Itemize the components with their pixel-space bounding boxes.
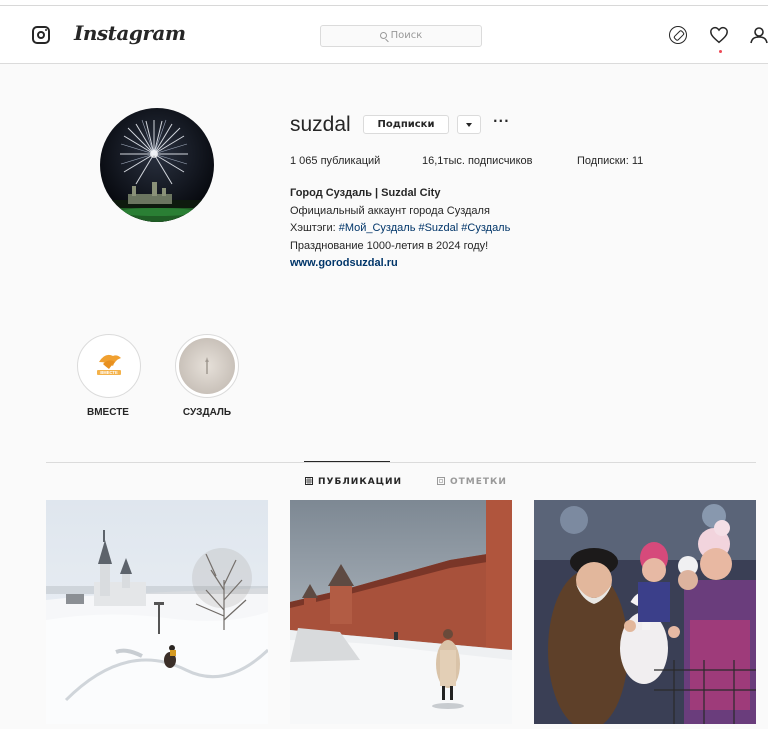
tab-publications-label: ПУБЛИКАЦИИ bbox=[318, 477, 403, 487]
highlight-suzdal[interactable] bbox=[175, 334, 239, 398]
tab-tagged[interactable]: ОТМЕТКИ bbox=[437, 477, 507, 487]
followers-count[interactable]: 16,1тыс. подписчиков bbox=[422, 155, 532, 167]
post-tile-winter-church[interactable] bbox=[46, 500, 268, 724]
profile-avatar[interactable] bbox=[100, 108, 214, 222]
post-tile-kremlin-wall[interactable] bbox=[290, 500, 512, 724]
posts-count: 1 065 публикаций bbox=[290, 155, 381, 167]
bio-full-name: Город Суздаль | Suzdal City bbox=[290, 187, 441, 199]
bio-line-anniversary: Празднование 1000-летия в 2024 году! bbox=[290, 239, 489, 252]
instagram-glyph-icon[interactable] bbox=[32, 26, 50, 44]
search-placeholder: Поиск bbox=[390, 30, 423, 41]
bio-website-link[interactable]: www.gorodsuzdal.ru bbox=[290, 255, 510, 273]
browser-edge bbox=[0, 0, 768, 6]
active-tab-indicator bbox=[304, 461, 390, 462]
bio-line-hashtags: Хэштэги: #Мой_Суздаль #Suzdal #Суздаль bbox=[290, 220, 510, 238]
grid-icon bbox=[305, 477, 313, 485]
highlight-vmeste[interactable]: ВМЕСТЕ bbox=[77, 334, 141, 398]
following-count[interactable]: Подписки: 11 bbox=[577, 155, 643, 167]
explore-compass-icon[interactable] bbox=[669, 26, 687, 44]
bio-hashtags-prefix: Хэштэги: bbox=[290, 222, 339, 234]
bio-hashtag-links[interactable]: #Мой_Суздаль #Suzdal #Суздаль bbox=[339, 222, 511, 234]
bio-line-description: Официальный аккаунт города Суздаля bbox=[290, 204, 490, 217]
highlight-label-vmeste: ВМЕСТЕ bbox=[87, 407, 129, 418]
following-button[interactable]: Подписки bbox=[363, 115, 449, 134]
vmeste-logo-text: ВМЕСТЕ bbox=[100, 370, 118, 375]
activity-heart-icon[interactable] bbox=[709, 26, 729, 44]
highlight-label-suzdal: СУЗДАЛЬ bbox=[182, 407, 232, 418]
activity-notification-dot bbox=[719, 50, 722, 53]
profile-person-icon[interactable] bbox=[750, 26, 768, 44]
tab-tagged-label: ОТМЕТКИ bbox=[450, 477, 507, 487]
profile-bio: Город Суздаль | Suzdal City Официальный … bbox=[290, 185, 510, 273]
tab-publications[interactable]: ПУБЛИКАЦИИ bbox=[305, 477, 402, 487]
profile-tabs-divider bbox=[46, 462, 756, 463]
search-icon bbox=[379, 32, 387, 39]
profile-username: suzdal bbox=[290, 113, 351, 136]
more-options-icon[interactable]: ··· bbox=[493, 114, 510, 128]
suggestions-dropdown-button[interactable] bbox=[457, 115, 481, 134]
instagram-wordmark[interactable]: Instagram bbox=[74, 21, 186, 45]
top-navigation-bar: Instagram Поиск bbox=[0, 0, 768, 64]
search-input[interactable]: Поиск bbox=[320, 25, 482, 47]
post-tile-crowd-swan[interactable] bbox=[534, 500, 756, 724]
tagged-icon bbox=[437, 477, 445, 485]
